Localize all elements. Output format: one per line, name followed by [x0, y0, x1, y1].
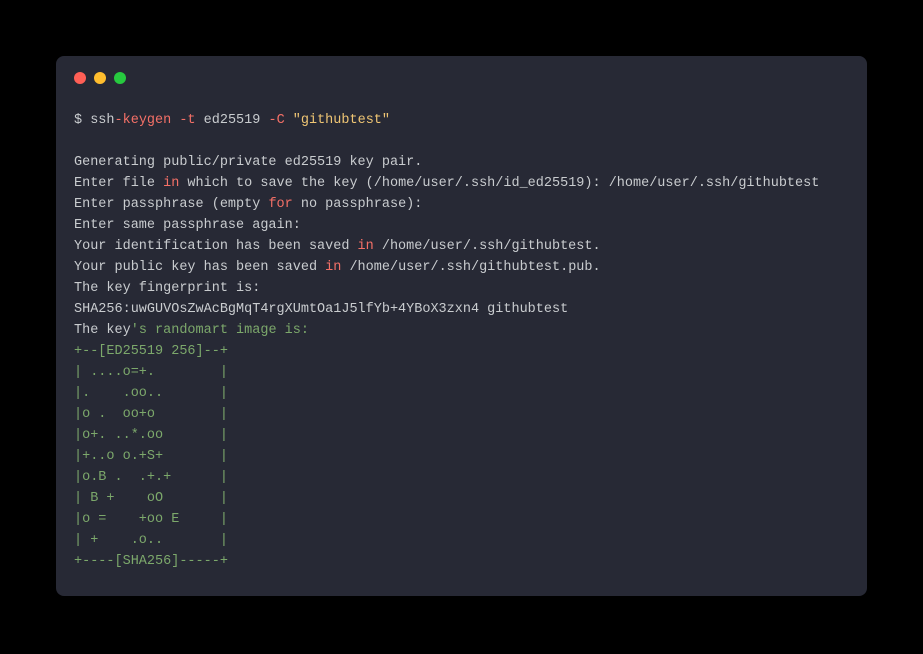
output-line: Enter same passphrase again:: [74, 218, 301, 233]
output-line: /home/user/.ssh/githubtest.pub.: [341, 260, 600, 275]
terminal-content: $ ssh-keygen -t ed25519 -C "githubtest" …: [74, 110, 849, 572]
prompt-text: $ ssh: [74, 113, 115, 128]
randomart-line: | + .o.. |: [74, 533, 228, 548]
keygen-token: keygen: [123, 113, 172, 128]
randomart-line: |. .oo.. |: [74, 386, 228, 401]
output-line: Your public key has been saved: [74, 260, 325, 275]
maximize-icon[interactable]: [114, 72, 126, 84]
randomart-line: |o.B . .+.+ |: [74, 470, 228, 485]
output-line: which to save the key (/home/user/.ssh/i…: [179, 176, 819, 191]
flag-t-token: -t: [171, 113, 195, 128]
alg-token: ed25519: [196, 113, 269, 128]
output-line: Generating public/private ed25519 key pa…: [74, 155, 422, 170]
randomart-line: | ....o=+. |: [74, 365, 228, 380]
output-line: Enter file: [74, 176, 163, 191]
randomart-label: 's randomart image is:: [131, 323, 309, 338]
randomart-line: |o . oo+o |: [74, 407, 228, 422]
output-line: /home/user/.ssh/githubtest.: [374, 239, 601, 254]
keyword-in: in: [358, 239, 374, 254]
output-line: no passphrase):: [293, 197, 423, 212]
randomart-line: +----[SHA256]-----+: [74, 554, 228, 569]
window-titlebar: [74, 72, 849, 84]
randomart-line: |o+. ..*.oo |: [74, 428, 228, 443]
dash-token: -: [115, 113, 123, 128]
output-line: Your identification has been saved: [74, 239, 358, 254]
output-line: The key fingerprint is:: [74, 281, 260, 296]
keyword-for: for: [268, 197, 292, 212]
randomart-line: |+..o o.+S+ |: [74, 449, 228, 464]
output-line: The key: [74, 323, 131, 338]
keyword-in: in: [163, 176, 179, 191]
output-line: Enter passphrase (empty: [74, 197, 268, 212]
close-icon[interactable]: [74, 72, 86, 84]
randomart-line: |o = +oo E |: [74, 512, 228, 527]
terminal-window: $ ssh-keygen -t ed25519 -C "githubtest" …: [56, 56, 867, 596]
output-line: SHA256:uwGUVOsZwAcBgMqT4rgXUmtOa1J5lfYb+…: [74, 302, 568, 317]
comment-string: "githubtest": [293, 113, 390, 128]
space-token: [285, 113, 293, 128]
randomart-line: | B + oO |: [74, 491, 228, 506]
flag-c-token: -C: [268, 113, 284, 128]
randomart-line: +--[ED25519 256]--+: [74, 344, 228, 359]
keyword-in: in: [325, 260, 341, 275]
minimize-icon[interactable]: [94, 72, 106, 84]
